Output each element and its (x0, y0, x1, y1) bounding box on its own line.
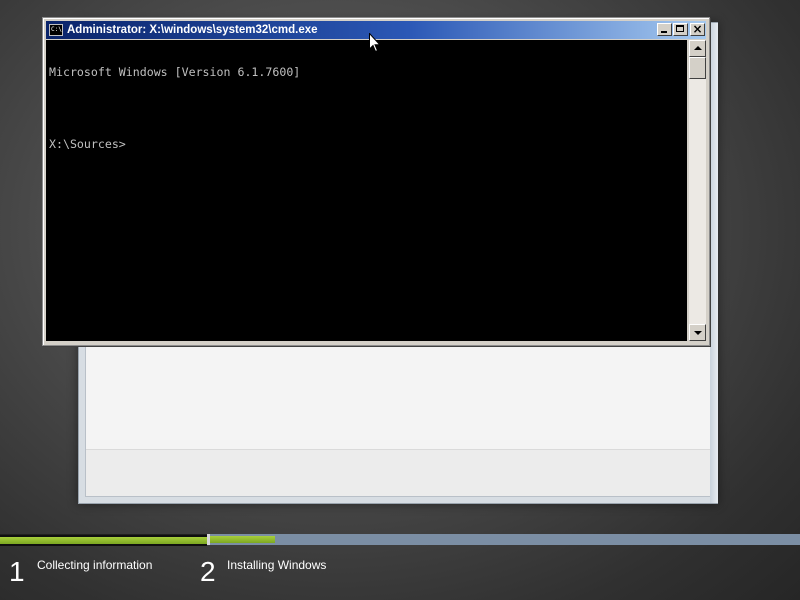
arrow-up-icon (694, 46, 702, 50)
window-title: Administrator: X:\windows\system32\cmd.e… (67, 24, 318, 36)
setup-progress: 1 Collecting information 2 Installing Wi… (0, 534, 800, 600)
cmd-window[interactable]: C:\ Administrator: X:\windows\system32\c… (42, 17, 710, 346)
step-label: Collecting information (37, 558, 153, 572)
step-number: 1 (9, 556, 25, 587)
progress-fill-step2 (210, 536, 275, 543)
minimize-icon (661, 31, 667, 33)
close-icon: × (692, 22, 703, 36)
progress-fill-step1 (0, 537, 207, 544)
progress-track-step1 (0, 534, 207, 546)
arrow-down-icon (694, 331, 702, 335)
window-controls: × (656, 22, 705, 36)
mouse-pointer-icon (369, 33, 381, 53)
scrollbar-thumb[interactable] (689, 57, 706, 79)
close-button[interactable]: × (690, 22, 705, 36)
maximize-button[interactable] (673, 23, 688, 36)
progress-track-step2 (210, 534, 800, 545)
vertical-scrollbar[interactable] (689, 40, 706, 341)
console-icon[interactable]: C:\ (49, 24, 63, 36)
minimize-button[interactable] (657, 23, 672, 36)
setup-window-frame (710, 23, 718, 503)
maximize-icon (676, 25, 684, 32)
step-label: Installing Windows (227, 558, 327, 572)
console-prompt[interactable]: X:\Sources> (49, 138, 687, 150)
setup-footer (86, 449, 710, 496)
console-output[interactable]: Microsoft Windows [Version 6.1.7600] X:\… (46, 40, 687, 341)
scroll-up-button[interactable] (689, 40, 706, 57)
console-line: Microsoft Windows [Version 6.1.7600] (49, 65, 301, 79)
scroll-down-button[interactable] (689, 324, 706, 341)
step-number: 2 (200, 556, 216, 587)
